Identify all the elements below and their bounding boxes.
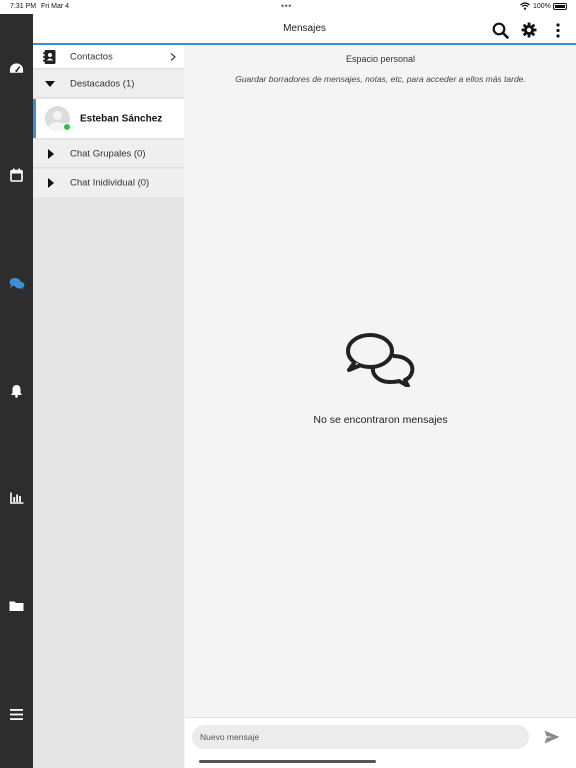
empty-state-text: No se encontraron mensajes bbox=[313, 414, 448, 426]
search-icon[interactable] bbox=[489, 19, 511, 41]
status-time: 7:31 PM bbox=[10, 3, 37, 10]
contact-name: Esteban Sánchez bbox=[80, 113, 163, 124]
contacts-row[interactable]: Contactos bbox=[33, 45, 184, 69]
contacts-sidebar: Contactos Destacados (1) Esteban Sánchez… bbox=[33, 45, 184, 768]
battery-icon bbox=[553, 3, 567, 10]
chat-bubbles-icon bbox=[346, 331, 416, 392]
highlighted-section-header[interactable]: Destacados (1) bbox=[33, 70, 184, 98]
online-status-dot bbox=[63, 123, 71, 131]
more-options-icon[interactable] bbox=[547, 19, 569, 41]
menu-icon[interactable] bbox=[0, 701, 33, 727]
contact-item[interactable]: Esteban Sánchez bbox=[33, 99, 184, 138]
send-icon[interactable] bbox=[543, 728, 561, 746]
caret-right-icon bbox=[48, 178, 54, 188]
chat-icon[interactable] bbox=[0, 270, 33, 296]
folder-icon[interactable] bbox=[0, 593, 33, 619]
calendar-icon[interactable] bbox=[0, 162, 33, 188]
contact-book-icon bbox=[43, 49, 57, 64]
caret-right-icon bbox=[48, 148, 54, 159]
single-chat-section-header[interactable]: Chat Inidividual (0) bbox=[33, 169, 184, 197]
wifi-icon bbox=[520, 2, 530, 12]
new-message-input[interactable] bbox=[192, 725, 529, 749]
dashboard-icon[interactable] bbox=[0, 55, 33, 81]
home-indicator bbox=[199, 760, 376, 763]
nav-rail bbox=[0, 14, 33, 768]
app-header: Mensajes bbox=[33, 14, 576, 45]
personal-space-title: Espacio personal bbox=[345, 54, 416, 64]
group-chat-label: Chat Grupales (0) bbox=[70, 148, 146, 159]
group-chat-section-header[interactable]: Chat Grupales (0) bbox=[33, 140, 184, 168]
personal-space-description: Guardar borradores de mensajes, notas, e… bbox=[235, 74, 526, 84]
messages-panel: Espacio personal Guardar borradores de m… bbox=[185, 45, 576, 717]
single-chat-label: Chat Inidividual (0) bbox=[70, 177, 150, 189]
caret-down-icon bbox=[45, 80, 55, 87]
gear-icon[interactable] bbox=[518, 19, 540, 41]
highlighted-label: Destacados (1) bbox=[70, 78, 135, 89]
battery-percent: 100% bbox=[533, 3, 551, 10]
status-bar: 7:31 PM Fri Mar 4 ••• 100% bbox=[0, 0, 576, 14]
chevron-right-icon bbox=[170, 52, 176, 61]
bell-icon[interactable] bbox=[0, 378, 33, 404]
contacts-label: Contactos bbox=[70, 51, 113, 62]
status-date: Fri Mar 4 bbox=[41, 3, 69, 10]
multitask-dots[interactable]: ••• bbox=[281, 1, 292, 11]
chart-icon[interactable] bbox=[0, 485, 33, 511]
